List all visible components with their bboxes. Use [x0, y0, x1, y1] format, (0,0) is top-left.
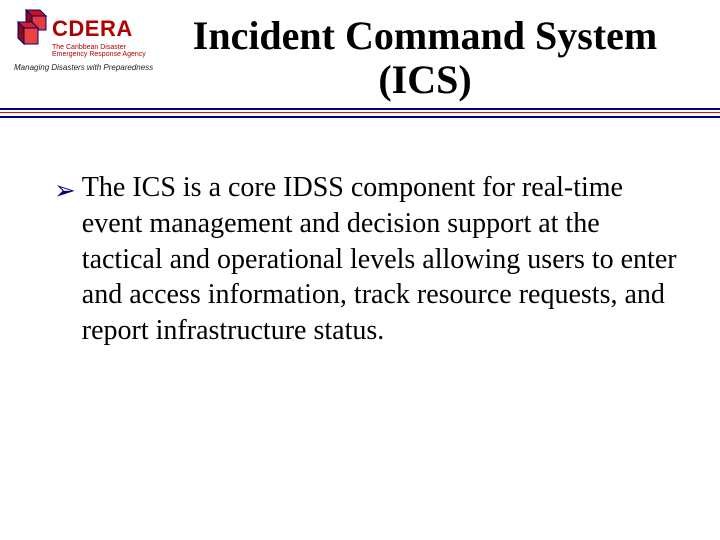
- slide-title: Incident Command System (ICS): [162, 8, 708, 102]
- logo-subtitle: The Caribbean Disaster Emergency Respons…: [52, 44, 146, 59]
- logo-sub-line2: Emergency Response Agency: [52, 51, 146, 58]
- divider-line-bottom: [0, 116, 720, 118]
- logo-block: CDERA The Caribbean Disaster Emergency R…: [12, 8, 162, 72]
- logo-name: CDERA: [52, 16, 133, 42]
- bullet-text: The ICS is a core IDSS component for rea…: [82, 170, 680, 349]
- logo-tagline: Managing Disasters with Preparedness: [14, 63, 153, 72]
- title-line-1: Incident Command System: [193, 13, 657, 58]
- bullet-item: ➢ The ICS is a core IDSS component for r…: [54, 170, 680, 349]
- slide-header: CDERA The Caribbean Disaster Emergency R…: [0, 0, 720, 102]
- title-line-2: (ICS): [378, 57, 471, 102]
- divider-line-mid: [0, 112, 720, 113]
- bullet-arrow-icon: ➢: [54, 174, 76, 207]
- slide-body: ➢ The ICS is a core IDSS component for r…: [54, 170, 680, 349]
- divider-line-top: [0, 108, 720, 110]
- logo-text-row: CDERA: [52, 16, 133, 42]
- slide: CDERA The Caribbean Disaster Emergency R…: [0, 0, 720, 540]
- logo-sub-line1: The Caribbean Disaster: [52, 44, 126, 51]
